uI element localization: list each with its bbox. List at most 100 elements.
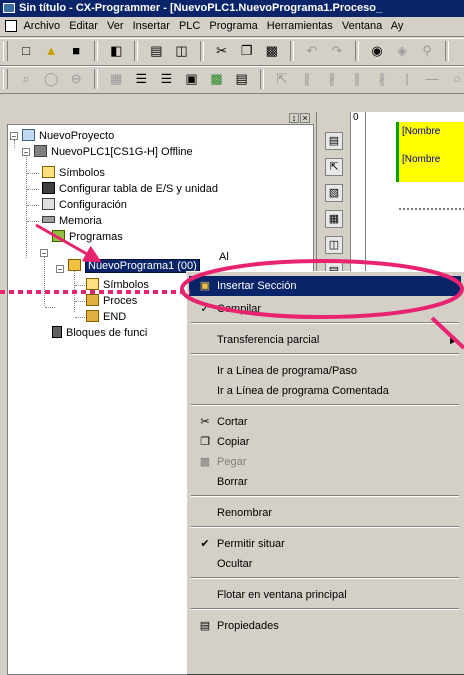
preview-icon[interactable]: ◫ xyxy=(173,42,191,60)
contact-no-icon[interactable]: ∥ xyxy=(298,70,316,88)
zoom-icon[interactable]: ⌕ xyxy=(17,70,35,88)
menu-herramientas[interactable]: Herramientas xyxy=(267,20,333,32)
menu-programa[interactable]: Programa xyxy=(209,20,257,32)
open-folder-icon[interactable]: ▲ xyxy=(42,42,60,60)
menu-ver[interactable]: Ver xyxy=(107,20,124,32)
tree-item-simbolos[interactable]: Símbolos xyxy=(42,165,105,181)
copy-icon[interactable]: ❐ xyxy=(238,42,256,60)
ctx-item-cortar[interactable]: ✂ Cortar xyxy=(189,412,461,432)
standard-toolbar: □ ▲ ■ ◧ ▤ ◫ ✂ ❐ ▩ ↶ ↷ ◉ ◈ ⚲ ? xyxy=(0,38,464,66)
collapse-program-icon[interactable]: − xyxy=(56,265,64,274)
menu-separator xyxy=(191,353,459,355)
ctx-item-flotar[interactable]: Flotar en ventana principal xyxy=(189,585,461,605)
vertical-line-icon[interactable]: | xyxy=(398,70,416,88)
menu-plc[interactable]: PLC xyxy=(179,20,200,32)
context-menu: Al ▣ Insertar Sección ✓ Compilar Transfe… xyxy=(186,252,464,675)
grid-view-icon[interactable]: ▦ xyxy=(325,210,343,228)
workspace-header: ↕ × xyxy=(7,112,312,124)
ctx-item-borrar[interactable]: Borrar xyxy=(189,472,461,492)
tree-connector xyxy=(27,173,39,174)
contact-nc-icon[interactable]: ∦ xyxy=(323,70,341,88)
view-icon[interactable]: ▤ xyxy=(325,132,343,150)
comments-icon[interactable]: ☰ xyxy=(132,70,150,88)
contact-or-nc-icon[interactable]: ∦ xyxy=(373,70,391,88)
ctx-item-transferencia[interactable]: Transferencia parcial ▶ xyxy=(189,330,461,350)
menu-ventana[interactable]: Ventana xyxy=(342,20,382,32)
tree-item-memoria[interactable]: Memoria xyxy=(42,213,102,229)
ctx-item-compilar[interactable]: ✓ Compilar xyxy=(189,299,461,319)
tree-item-prog-proceso[interactable]: Proces xyxy=(86,293,137,309)
window-title: Sin título - CX-Programmer - [NuevoPLC1.… xyxy=(19,2,383,14)
find-icon[interactable]: ◉ xyxy=(368,42,386,60)
list-icon[interactable]: ☰ xyxy=(157,70,175,88)
ctx-item-propiedades[interactable]: ▤ Propiedades xyxy=(189,616,461,636)
collapse-plc-icon[interactable]: − xyxy=(22,148,30,157)
cut-icon[interactable]: ✂ xyxy=(213,42,231,60)
collapse-programas-icon[interactable]: − xyxy=(40,249,48,258)
toolbar-grip[interactable] xyxy=(3,69,8,89)
tree-item-bloques[interactable]: Bloques de funci xyxy=(52,325,147,341)
ctx-item-ir-linea-comentada[interactable]: Ir a Línea de programa Comentada xyxy=(189,381,461,401)
io-table-icon xyxy=(42,182,55,194)
tree-item-project[interactable]: NuevoProyecto xyxy=(22,128,114,144)
table-icon[interactable]: ▩ xyxy=(208,70,226,88)
new-file-icon[interactable]: □ xyxy=(17,42,35,60)
paste-icon[interactable]: ▩ xyxy=(263,42,281,60)
toolbar-grip[interactable] xyxy=(3,41,8,61)
menu-editar[interactable]: Editar xyxy=(69,20,98,32)
collapse-project-icon[interactable]: − xyxy=(10,132,18,141)
copy-icon: ❐ xyxy=(200,436,210,448)
program-icon xyxy=(68,259,81,271)
ctx-item-pegar[interactable]: ▩ Pegar xyxy=(189,452,461,472)
tree-item-nuevoprograma1[interactable]: NuevoPrograma1 (00) xyxy=(68,258,200,274)
help-icon[interactable]: ? xyxy=(458,42,464,60)
close-icon[interactable]: × xyxy=(300,113,310,123)
restore-icon[interactable]: ↕ xyxy=(289,113,299,123)
zoom-fit-icon[interactable]: ◯ xyxy=(42,70,60,88)
undo-icon[interactable]: ↶ xyxy=(303,42,321,60)
tree-item-configuracion[interactable]: Configuración xyxy=(42,197,127,213)
contact-or-icon[interactable]: ∥ xyxy=(348,70,366,88)
save-icon[interactable]: ■ xyxy=(67,42,85,60)
ctx-item-permitir-situar[interactable]: ✔ Permitir situar xyxy=(189,534,461,554)
replace-icon[interactable]: ◈ xyxy=(393,42,411,60)
app-icon xyxy=(3,3,15,13)
ctx-item-insertar-seccion[interactable]: ▣ Insertar Sección xyxy=(189,276,461,296)
print-preview-icon[interactable]: ◧ xyxy=(107,42,125,60)
toolbar-separator xyxy=(259,69,264,89)
grid-icon[interactable]: ▦ xyxy=(107,70,125,88)
zoom-out-icon[interactable]: ⊖ xyxy=(67,70,85,88)
redo-icon[interactable]: ↷ xyxy=(328,42,346,60)
tree-connector xyxy=(26,154,27,258)
coil-icon[interactable]: ○ xyxy=(448,70,464,88)
search-icon[interactable]: ⚲ xyxy=(418,42,436,60)
ctx-item-ir-linea[interactable]: Ir a Línea de programa/Paso xyxy=(189,361,461,381)
tree-item-programas[interactable]: Programas xyxy=(52,229,123,245)
ctx-item-ocultar[interactable]: Ocultar xyxy=(189,554,461,574)
window-icon[interactable]: ▤ xyxy=(233,70,251,88)
check-icon: ✔ xyxy=(200,538,210,550)
menu-archivo[interactable]: Archivo xyxy=(23,20,60,32)
tree-item-config-tabla[interactable]: Configurar tabla de E/S y unidad xyxy=(42,181,218,197)
menu-insertar[interactable]: Insertar xyxy=(133,20,170,32)
arrow-icon[interactable]: ⇱ xyxy=(325,158,343,176)
select-icon[interactable]: ⇱ xyxy=(273,70,291,88)
tree-item-prog-simbolos[interactable]: Símbolos xyxy=(86,277,149,293)
tree-connector xyxy=(14,140,15,148)
function-block-icon xyxy=(52,326,62,338)
ctx-item-renombrar[interactable]: Renombrar xyxy=(189,503,461,523)
tree-connector xyxy=(45,307,55,308)
ctx-item-partial[interactable]: Al xyxy=(189,252,461,264)
title-bar: Sin título - CX-Programmer - [NuevoPLC1.… xyxy=(0,0,464,17)
print-icon[interactable]: ▤ xyxy=(147,42,165,60)
monitor-icon[interactable]: ▣ xyxy=(183,70,201,88)
tree-item-plc[interactable]: NuevoPLC1[CS1G-H] Offline xyxy=(34,144,193,160)
tree-item-prog-end[interactable]: END xyxy=(86,309,126,325)
menu-ayuda[interactable]: Ay xyxy=(391,20,404,32)
ctx-item-copiar[interactable]: ❐ Copiar xyxy=(189,432,461,452)
watch-icon[interactable]: ▧ xyxy=(325,184,343,202)
toolbar-separator xyxy=(355,41,359,61)
document-menu-icon[interactable] xyxy=(5,20,17,32)
ladder-rung[interactable]: [Nombre [Nombre xyxy=(396,122,464,182)
horizontal-line-icon[interactable]: — xyxy=(423,70,441,88)
